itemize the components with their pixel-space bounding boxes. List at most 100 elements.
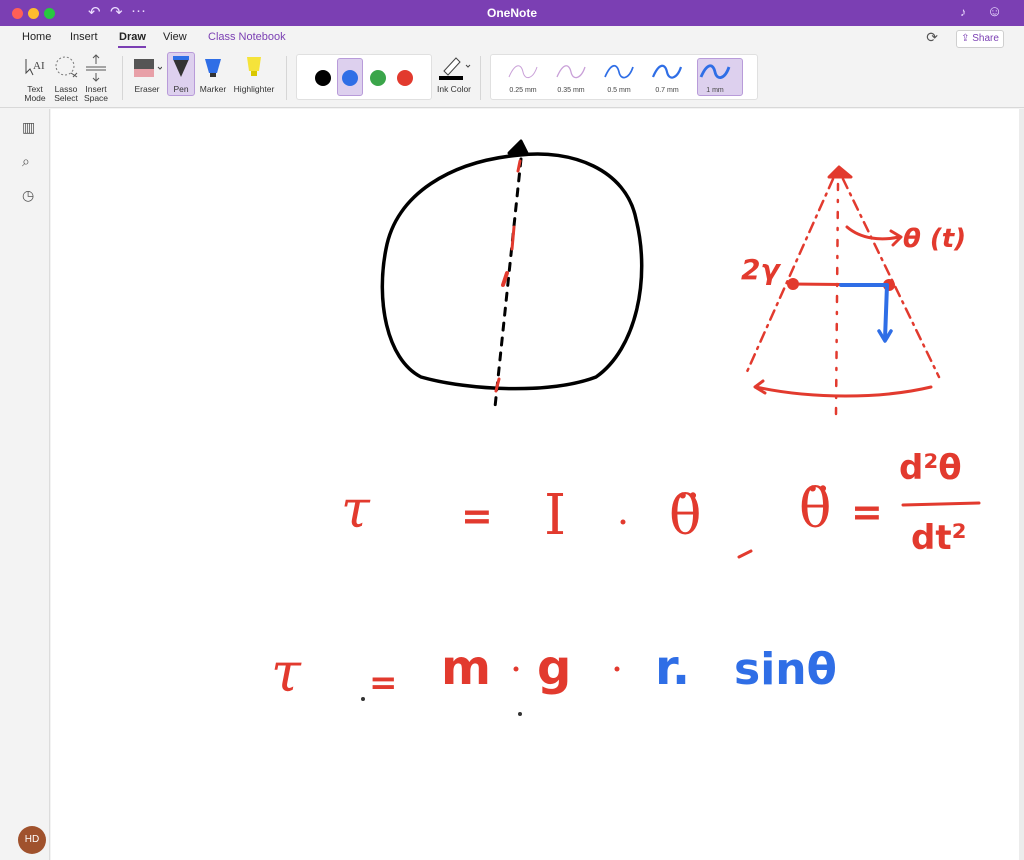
- bell-icon[interactable]: ♪: [960, 5, 966, 19]
- ink-theta-arrow: [845, 225, 903, 247]
- text-mode-icon: AI: [25, 59, 45, 76]
- tab-home[interactable]: Home: [22, 31, 51, 43]
- highlighter-icon: [247, 57, 261, 76]
- sync-icon[interactable]: ⟳: [926, 29, 938, 46]
- pen-icon: [173, 56, 189, 77]
- text-mode-button[interactable]: AI Text Mode: [22, 53, 48, 103]
- highlighter-button[interactable]: Highlighter: [231, 53, 277, 94]
- tab-insert[interactable]: Insert: [70, 31, 98, 43]
- ink-eq2-stray-dot-1: [361, 697, 365, 701]
- ink-cone-ring-left-dot: [787, 278, 799, 290]
- ink-cone-base-arrow: [753, 379, 933, 398]
- pen-thickness-option[interactable]: 0.25 mm: [503, 61, 543, 94]
- ink-label-2r: 2γ: [741, 253, 781, 286]
- color-swatch-green[interactable]: [370, 70, 386, 86]
- pen-thickness-option[interactable]: 1 mm: [695, 61, 735, 94]
- ink-eq-comma: [737, 549, 753, 559]
- pen-button[interactable]: Pen: [167, 53, 195, 94]
- ink-eq-dot-1: [620, 519, 626, 525]
- recent-icon[interactable]: ◷: [22, 187, 34, 204]
- ribbon-divider: [286, 56, 287, 100]
- ink-eq-dt2: dt²: [911, 518, 966, 558]
- ink-eq2-sin-theta: sinθ: [734, 644, 837, 695]
- share-label: Share: [972, 33, 999, 44]
- pen-thickness-label: 0.25 mm: [509, 87, 537, 94]
- pen-thickness-label: 0.35 mm: [557, 87, 585, 94]
- ink-eq2-stray-dot-2: [518, 712, 522, 716]
- pen-thickness-label: 1 mm: [706, 87, 724, 94]
- tab-draw[interactable]: Draw: [119, 31, 146, 43]
- ink-equation-torque-inertia: τ: [341, 480, 371, 540]
- lasso-select-label: Lasso Select: [54, 84, 78, 103]
- pen-label: Pen: [173, 84, 189, 94]
- pen-stroke-preview-icon: [651, 64, 683, 79]
- tab-view[interactable]: View: [163, 31, 187, 43]
- search-icon[interactable]: ⌕: [22, 153, 30, 170]
- lasso-select-icon: [55, 56, 78, 78]
- svg-text:AI: AI: [33, 60, 45, 72]
- pen-thickness-option[interactable]: 0.35 mm: [551, 61, 591, 94]
- ink-equation-torque-gravity: τ: [271, 641, 302, 704]
- avatar[interactable]: HD: [18, 826, 46, 854]
- pen-stroke-preview-icon: [556, 65, 586, 79]
- marker-button[interactable]: Marker: [199, 53, 227, 94]
- insert-space-button[interactable]: Insert Space: [82, 53, 110, 103]
- pen-thickness-option[interactable]: 0.5 mm: [599, 61, 639, 94]
- eraser-button[interactable]: Eraser: [130, 53, 164, 94]
- ink-eq-theta-ddot-2: θ̈: [799, 477, 832, 540]
- ink-eq2-r: r.: [655, 640, 690, 696]
- share-icon: ⇪: [961, 33, 973, 44]
- marker-icon: [205, 59, 221, 77]
- ink-eq-equals-1: =: [461, 494, 493, 538]
- ink-drawing: 2γ θ (t) τ = I θ̈ θ̈ = d²θ dt² τ = m g r…: [271, 139, 981, 716]
- text-mode-label: Text Mode: [24, 84, 46, 103]
- color-swatch-blue[interactable]: [342, 70, 358, 86]
- left-navigation-rail: ▥ ⌕ ◷ HD: [0, 109, 50, 860]
- ink-sphere-axis: [493, 157, 523, 409]
- pen-thickness-label: 0.5 mm: [607, 87, 631, 94]
- page-canvas[interactable]: 2γ θ (t) τ = I θ̈ θ̈ = d²θ dt² τ = m g r…: [51, 109, 1019, 860]
- insert-space-icon: [86, 54, 106, 82]
- lasso-select-button[interactable]: Lasso Select: [52, 53, 80, 103]
- ink-sphere-top-mark: [507, 139, 529, 155]
- ink-eq-d2theta: d²θ: [899, 448, 962, 488]
- ribbon-divider: [122, 56, 123, 100]
- ink-eq2-g: g: [537, 640, 571, 696]
- ink-axis-red-mark-2: [510, 225, 516, 251]
- vertical-scrollbar[interactable]: [1019, 109, 1024, 860]
- share-button[interactable]: ⇪ Share: [956, 30, 1004, 48]
- ink-color-icon: [439, 57, 471, 80]
- ink-axis-red-mark-3: [501, 271, 509, 287]
- ink-sphere-outline: [380, 152, 644, 391]
- pen-thickness-label: 0.7 mm: [655, 87, 679, 94]
- ink-label-theta-t: θ (t): [903, 224, 966, 254]
- ink-eq-equals-2: =: [851, 490, 883, 534]
- ink-cone-right-edge: [841, 177, 941, 379]
- ink-eq-fraction-bar: [901, 501, 981, 507]
- eraser-label: Eraser: [134, 84, 160, 94]
- onenote-window: ↶ ↷ ··· OneNote ♪ ☺ Home Insert Draw Vie…: [0, 0, 1024, 860]
- ink-eq2-dot-1: [513, 666, 519, 672]
- ink-eq2-equals: =: [369, 663, 398, 703]
- tab-class-notebook[interactable]: Class Notebook: [208, 31, 286, 43]
- insert-space-label: Insert Space: [83, 84, 109, 103]
- color-swatch-black[interactable]: [315, 70, 331, 86]
- notebooks-icon[interactable]: ▥: [22, 119, 35, 136]
- ink-eq-theta-ddot-1: θ̈: [669, 484, 702, 547]
- title-bar: ↶ ↷ ··· OneNote ♪ ☺: [0, 0, 1024, 26]
- ink-eq2-dot-2: [614, 666, 620, 672]
- ink-color-label: Ink Color: [436, 84, 471, 94]
- pen-color-palette: [296, 54, 432, 100]
- eraser-icon: [134, 59, 162, 77]
- pen-thickness-option[interactable]: 0.7 mm: [647, 61, 687, 94]
- pen-stroke-preview-icon: [699, 64, 731, 79]
- ink-eq-I: I: [544, 483, 566, 548]
- feedback-smiley-icon[interactable]: ☺: [987, 3, 1002, 20]
- active-tab-indicator: [118, 46, 146, 48]
- pen-thickness-palette: 0.25 mm 0.35 mm 0.5 mm 0.7 mm 1 mm: [490, 54, 758, 100]
- ink-eq2-m: m: [441, 640, 491, 696]
- color-swatch-red[interactable]: [397, 70, 413, 86]
- marker-label: Marker: [199, 84, 227, 94]
- ink-color-button[interactable]: Ink Color: [434, 53, 474, 94]
- ribbon-divider: [480, 56, 481, 100]
